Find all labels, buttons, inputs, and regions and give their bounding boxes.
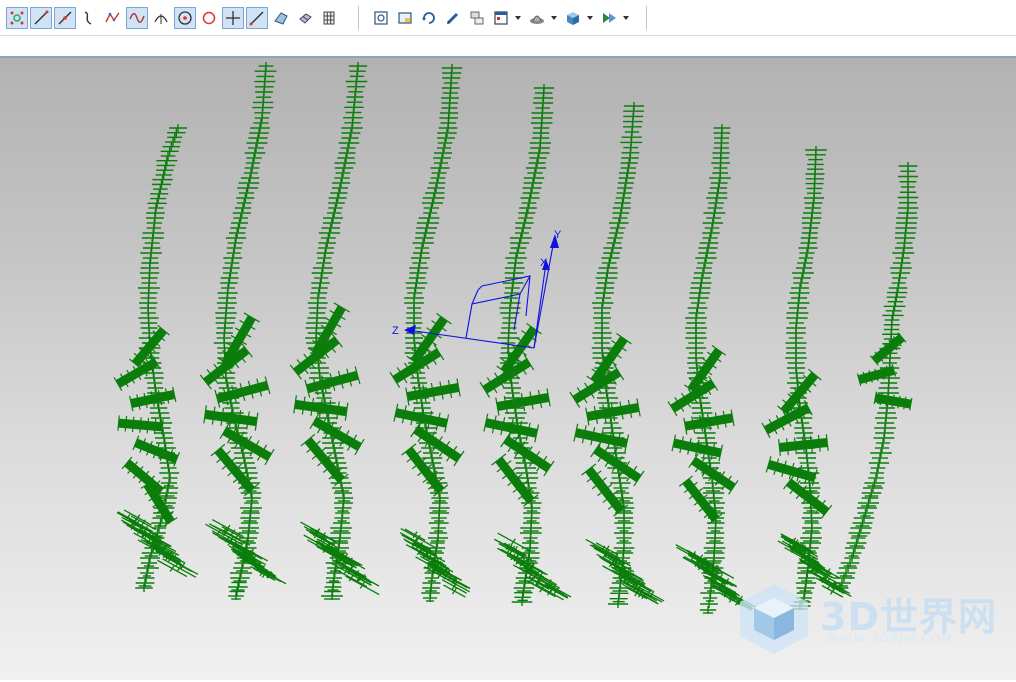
circle-center-button[interactable] xyxy=(174,7,196,29)
x-axis xyxy=(533,262,547,349)
fit-view-button[interactable] xyxy=(370,7,392,29)
point-marker xyxy=(124,415,128,432)
surface-patch-button[interactable] xyxy=(270,7,292,29)
shaded-cube-button[interactable] xyxy=(562,7,584,29)
layout-button[interactable] xyxy=(490,7,512,29)
view-orient-icon xyxy=(603,13,616,23)
circle-center-icon xyxy=(178,11,192,25)
point-marker xyxy=(169,565,175,572)
point-set-button[interactable] xyxy=(6,7,28,29)
arc-button[interactable] xyxy=(150,7,172,29)
layers-icon xyxy=(470,11,484,25)
hair-point-model[interactable] xyxy=(113,62,919,614)
hair-clump[interactable] xyxy=(116,509,199,578)
x-axis-label: X xyxy=(540,257,548,269)
line-button[interactable] xyxy=(30,7,52,29)
cross-point-icon xyxy=(226,11,240,25)
point-marker xyxy=(153,418,157,435)
render-hat-icon xyxy=(530,15,544,24)
cube-net-button[interactable] xyxy=(294,7,316,29)
hair-strand[interactable] xyxy=(305,62,368,600)
layout-icon xyxy=(494,11,508,25)
watermark-url: WWW.3DSJW.COM xyxy=(828,632,954,645)
watermark-cube-logo xyxy=(740,584,808,654)
layers-button[interactable] xyxy=(466,7,488,29)
hair-clump[interactable] xyxy=(585,538,665,605)
shaded-cube-icon xyxy=(567,12,579,25)
pencil-edit-icon xyxy=(446,12,459,25)
graphics-viewport[interactable]: Z Y X 3D世界网 WWW.3DSJW.COM xyxy=(0,56,1016,680)
hair-strand-band[interactable] xyxy=(761,368,833,519)
toolbar xyxy=(0,0,1016,36)
point-marker xyxy=(146,417,150,434)
arc-icon xyxy=(154,14,168,24)
render-hat-button[interactable] xyxy=(526,7,548,29)
circle-icon xyxy=(202,11,216,25)
y-axis-label: Y xyxy=(554,229,562,241)
secondary-toolbar xyxy=(0,36,1016,56)
hair-strand-band[interactable] xyxy=(667,345,739,525)
dropdown-arrow-icon[interactable] xyxy=(622,7,630,29)
sine-curve-button[interactable] xyxy=(126,7,148,29)
cross-point-button[interactable] xyxy=(222,7,244,29)
view-window-button[interactable] xyxy=(394,7,416,29)
watermark: 3D世界网 WWW.3DSJW.COM xyxy=(734,580,996,656)
point-marker xyxy=(139,417,142,433)
point-marker xyxy=(510,538,516,546)
line-icon xyxy=(34,10,49,25)
rotate-button[interactable] xyxy=(418,7,440,29)
line-diagonal-icon xyxy=(249,11,264,26)
plane-indicator xyxy=(477,275,531,317)
polyline-icon xyxy=(105,12,120,23)
cube-net-icon xyxy=(299,13,312,24)
toolbar-separator xyxy=(358,6,359,30)
hair-strand-band[interactable] xyxy=(569,332,645,517)
spline-button[interactable] xyxy=(78,7,100,29)
view-orient-button[interactable] xyxy=(598,7,620,29)
z-axis-label: Z xyxy=(392,325,399,337)
fit-view-icon xyxy=(374,11,388,25)
dropdown-arrow-icon[interactable] xyxy=(586,7,594,29)
sine-curve-icon xyxy=(129,12,145,23)
hair-clump[interactable] xyxy=(205,518,287,585)
hair-clump[interactable] xyxy=(399,528,471,598)
toolbar-separator xyxy=(646,6,647,30)
point-marker xyxy=(117,415,120,431)
grid-icon xyxy=(323,11,335,25)
line-tangent-icon xyxy=(58,11,72,25)
line-diagonal-button[interactable] xyxy=(246,7,268,29)
view-window-icon xyxy=(398,12,412,24)
surface-patch-icon xyxy=(274,12,288,25)
circle-button[interactable] xyxy=(198,7,220,29)
point-marker xyxy=(131,416,135,433)
toolbar-group-view xyxy=(370,6,634,30)
pencil-edit-button[interactable] xyxy=(442,7,464,29)
rotate-icon xyxy=(422,12,435,24)
toolbar-group-sketch xyxy=(6,6,342,30)
hair-strand-band[interactable] xyxy=(199,312,275,497)
line-tangent-button[interactable] xyxy=(54,7,76,29)
plane-indicator xyxy=(471,289,479,305)
dropdown-arrow-icon[interactable] xyxy=(514,7,522,29)
dropdown-arrow-icon[interactable] xyxy=(550,7,558,29)
point-set-icon xyxy=(10,11,24,25)
hair-strand-band[interactable] xyxy=(289,302,365,487)
hair-strand-band[interactable] xyxy=(389,312,465,497)
spline-icon xyxy=(84,11,92,25)
hair-strand-band[interactable] xyxy=(856,332,913,411)
grid-button[interactable] xyxy=(318,7,340,29)
polyline-button[interactable] xyxy=(102,7,124,29)
